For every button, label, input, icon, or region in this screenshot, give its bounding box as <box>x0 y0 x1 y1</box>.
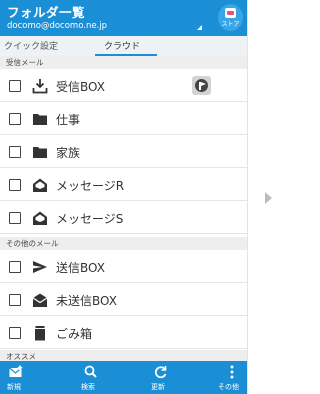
folder-icon <box>33 114 47 125</box>
folder-row[interactable]: 未送信BOX <box>0 283 247 316</box>
folder-row[interactable]: メッセージS <box>0 201 247 234</box>
checkbox[interactable] <box>9 179 21 191</box>
send-icon <box>33 261 47 273</box>
more-vertical-icon <box>230 365 234 379</box>
folder-label: 家族 <box>56 146 81 160</box>
folder-row[interactable]: メッセージR <box>0 168 247 201</box>
folder-label: 未送信BOX <box>56 294 117 308</box>
flag-badge-icon[interactable] <box>192 76 211 95</box>
screen: フォルダ一覧 docomo@docomo.ne.jp ストア クイック設定 クラ… <box>0 0 288 394</box>
folder-row[interactable]: 受信BOX <box>0 69 247 102</box>
phone-screen: フォルダ一覧 docomo@docomo.ne.jp ストア クイック設定 クラ… <box>0 0 248 394</box>
folder-label: 受信BOX <box>56 80 105 94</box>
store-button[interactable]: ストア <box>218 4 243 31</box>
folder-row[interactable]: ごみ箱 <box>0 316 247 349</box>
folder-label: 送信BOX <box>56 261 105 275</box>
more-label: その他 <box>218 383 239 391</box>
open-envelope-icon <box>33 211 47 225</box>
store-label: ストア <box>221 21 240 28</box>
checkbox[interactable] <box>9 212 21 224</box>
store-icon <box>225 8 236 18</box>
tab-quick-settings[interactable]: クイック設定 <box>4 39 58 52</box>
checkbox[interactable] <box>9 146 21 158</box>
checkbox[interactable] <box>9 261 21 273</box>
account-selector[interactable]: docomo@docomo.ne.jp <box>7 21 107 31</box>
more-button[interactable]: その他 <box>218 361 246 394</box>
folder-row[interactable]: 家族 <box>0 135 247 168</box>
tab-bar: クイック設定 クラウド <box>0 36 247 56</box>
folder-label: ごみ箱 <box>56 327 93 341</box>
folder-icon <box>33 147 47 158</box>
envelope-icon <box>32 293 48 307</box>
page-title: フォルダ一覧 <box>7 5 86 20</box>
folder-label: 仕事 <box>56 113 81 127</box>
inbox-tray-icon <box>32 79 48 94</box>
folder-row[interactable]: 仕事 <box>0 102 247 135</box>
checkbox[interactable] <box>9 327 21 339</box>
folder-row[interactable]: 送信BOX <box>0 250 247 283</box>
checkbox[interactable] <box>9 113 21 125</box>
refresh-button[interactable]: 更新 <box>150 361 172 394</box>
refresh-icon <box>154 366 167 379</box>
checkbox[interactable] <box>9 80 21 92</box>
compose-icon <box>9 365 23 377</box>
app-header: フォルダ一覧 docomo@docomo.ne.jp ストア <box>0 0 247 36</box>
search-icon <box>84 365 97 378</box>
new-label: 新規 <box>7 383 21 391</box>
chevron-right-icon[interactable] <box>260 190 276 206</box>
refresh-label: 更新 <box>151 383 165 391</box>
section-header-inbox: 受信メール <box>0 56 247 69</box>
checkbox[interactable] <box>9 294 21 306</box>
dropdown-caret-icon[interactable] <box>197 25 202 30</box>
trash-icon <box>35 326 45 341</box>
search-button[interactable]: 検索 <box>80 361 102 394</box>
search-label: 検索 <box>81 383 95 391</box>
bottom-toolbar: 新規 検索 更新 その他 <box>0 361 247 394</box>
section-header-other: その他のメール <box>0 237 247 250</box>
folder-label: メッセージS <box>56 212 124 226</box>
tab-cloud[interactable]: クラウド <box>104 39 140 52</box>
folder-label: メッセージR <box>56 179 125 193</box>
open-envelope-icon <box>33 178 47 192</box>
new-mail-button[interactable]: 新規 <box>6 361 28 394</box>
